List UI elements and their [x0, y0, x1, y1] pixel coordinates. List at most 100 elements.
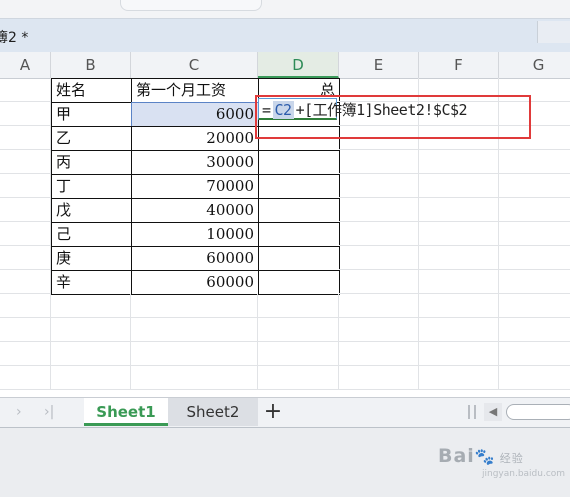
- tab-sheet1[interactable]: Sheet1: [84, 398, 168, 426]
- cell[interactable]: [51, 294, 131, 318]
- cell[interactable]: 丁: [51, 174, 132, 199]
- cell[interactable]: 己: [51, 222, 132, 247]
- cell[interactable]: [258, 198, 340, 223]
- cell[interactable]: [499, 294, 570, 318]
- split-handle-icon[interactable]: [468, 405, 476, 419]
- cell[interactable]: [131, 342, 258, 366]
- window-control-button[interactable]: [537, 21, 570, 43]
- column-header-a[interactable]: A: [0, 52, 51, 78]
- browser-tab-edge[interactable]: [120, 0, 262, 11]
- cell[interactable]: 60000: [131, 270, 259, 295]
- cell[interactable]: 辛: [51, 270, 132, 295]
- cell[interactable]: [419, 150, 499, 174]
- cell-value: 戊: [56, 201, 72, 219]
- cell[interactable]: [51, 342, 131, 366]
- cell[interactable]: 40000: [131, 198, 259, 223]
- cell[interactable]: [419, 342, 499, 366]
- cell[interactable]: [258, 342, 339, 366]
- cell[interactable]: [339, 270, 419, 294]
- cell[interactable]: 第一个月工资: [131, 78, 259, 103]
- tab-sheet2[interactable]: Sheet2: [168, 398, 258, 426]
- cell[interactable]: 乙: [51, 126, 132, 151]
- cell[interactable]: [499, 246, 570, 270]
- cell[interactable]: [131, 294, 258, 318]
- cell[interactable]: [339, 342, 419, 366]
- cell[interactable]: [51, 366, 131, 390]
- cell[interactable]: [419, 246, 499, 270]
- cell[interactable]: [258, 246, 340, 271]
- cell[interactable]: [419, 270, 499, 294]
- cell[interactable]: [499, 150, 570, 174]
- cell[interactable]: [339, 246, 419, 270]
- cell[interactable]: [0, 198, 51, 222]
- column-header-e[interactable]: E: [339, 52, 419, 78]
- cell[interactable]: [131, 318, 258, 342]
- column-header-f[interactable]: F: [419, 52, 499, 78]
- add-sheet-button[interactable]: +: [262, 399, 284, 425]
- cell[interactable]: [339, 150, 419, 174]
- first-sheet-icon[interactable]: ›: [16, 404, 22, 420]
- cell[interactable]: [0, 222, 51, 246]
- cell[interactable]: [339, 198, 419, 222]
- column-header-g[interactable]: G: [499, 52, 570, 78]
- cell[interactable]: [339, 294, 419, 318]
- baidu-watermark-logo: Bai🐾 经验 jingyan.baidu.com: [438, 445, 565, 479]
- cell[interactable]: 庚: [51, 246, 132, 271]
- column-header-b[interactable]: B: [51, 52, 131, 78]
- cell[interactable]: [0, 102, 51, 126]
- cell[interactable]: 戊: [51, 198, 132, 223]
- sheet-tab-bar: › ›| Sheet1 Sheet2 + ◀: [0, 397, 570, 428]
- cell[interactable]: [499, 318, 570, 342]
- horizontal-scrollbar[interactable]: [506, 404, 570, 420]
- column-header-c[interactable]: C: [131, 52, 258, 78]
- cell[interactable]: [0, 294, 51, 318]
- cell[interactable]: [0, 126, 51, 150]
- cell[interactable]: [131, 366, 258, 390]
- cell[interactable]: [0, 318, 51, 342]
- watermark-suffix: 经验: [499, 452, 524, 465]
- cell[interactable]: [339, 222, 419, 246]
- cell[interactable]: 70000: [131, 174, 259, 199]
- cell[interactable]: [419, 222, 499, 246]
- cell[interactable]: [339, 318, 419, 342]
- cell[interactable]: 30000: [131, 150, 259, 175]
- cell[interactable]: 20000: [131, 126, 259, 151]
- column-header-d[interactable]: D: [258, 52, 339, 78]
- cell[interactable]: 60000: [131, 246, 259, 271]
- cell[interactable]: [258, 270, 340, 295]
- cell[interactable]: [499, 366, 570, 390]
- cell[interactable]: [258, 150, 340, 175]
- cell[interactable]: [499, 270, 570, 294]
- cell[interactable]: 10000: [131, 222, 259, 247]
- cell[interactable]: [0, 78, 51, 102]
- cell[interactable]: [499, 174, 570, 198]
- cell[interactable]: [339, 174, 419, 198]
- cell[interactable]: [419, 174, 499, 198]
- scroll-left-icon[interactable]: ◀: [484, 403, 502, 421]
- cell[interactable]: [419, 294, 499, 318]
- cell[interactable]: [258, 366, 339, 390]
- cell[interactable]: [419, 198, 499, 222]
- cell[interactable]: 6000: [131, 102, 259, 127]
- cell[interactable]: [258, 318, 339, 342]
- cell[interactable]: [419, 318, 499, 342]
- cell[interactable]: [258, 222, 340, 247]
- cell[interactable]: 丙: [51, 150, 132, 175]
- cell[interactable]: [499, 342, 570, 366]
- cell[interactable]: [499, 198, 570, 222]
- cell[interactable]: [0, 150, 51, 174]
- cell[interactable]: [0, 270, 51, 294]
- cell[interactable]: [0, 366, 51, 390]
- cell[interactable]: [0, 246, 51, 270]
- cell[interactable]: 姓名: [51, 78, 132, 103]
- cell[interactable]: [0, 342, 51, 366]
- cell[interactable]: [258, 294, 339, 318]
- cell[interactable]: [419, 366, 499, 390]
- cell[interactable]: [258, 174, 340, 199]
- cell[interactable]: 甲: [51, 102, 132, 127]
- cell[interactable]: [499, 222, 570, 246]
- last-sheet-icon[interactable]: ›|: [44, 404, 54, 420]
- cell[interactable]: [0, 174, 51, 198]
- cell[interactable]: [339, 366, 419, 390]
- cell[interactable]: [51, 318, 131, 342]
